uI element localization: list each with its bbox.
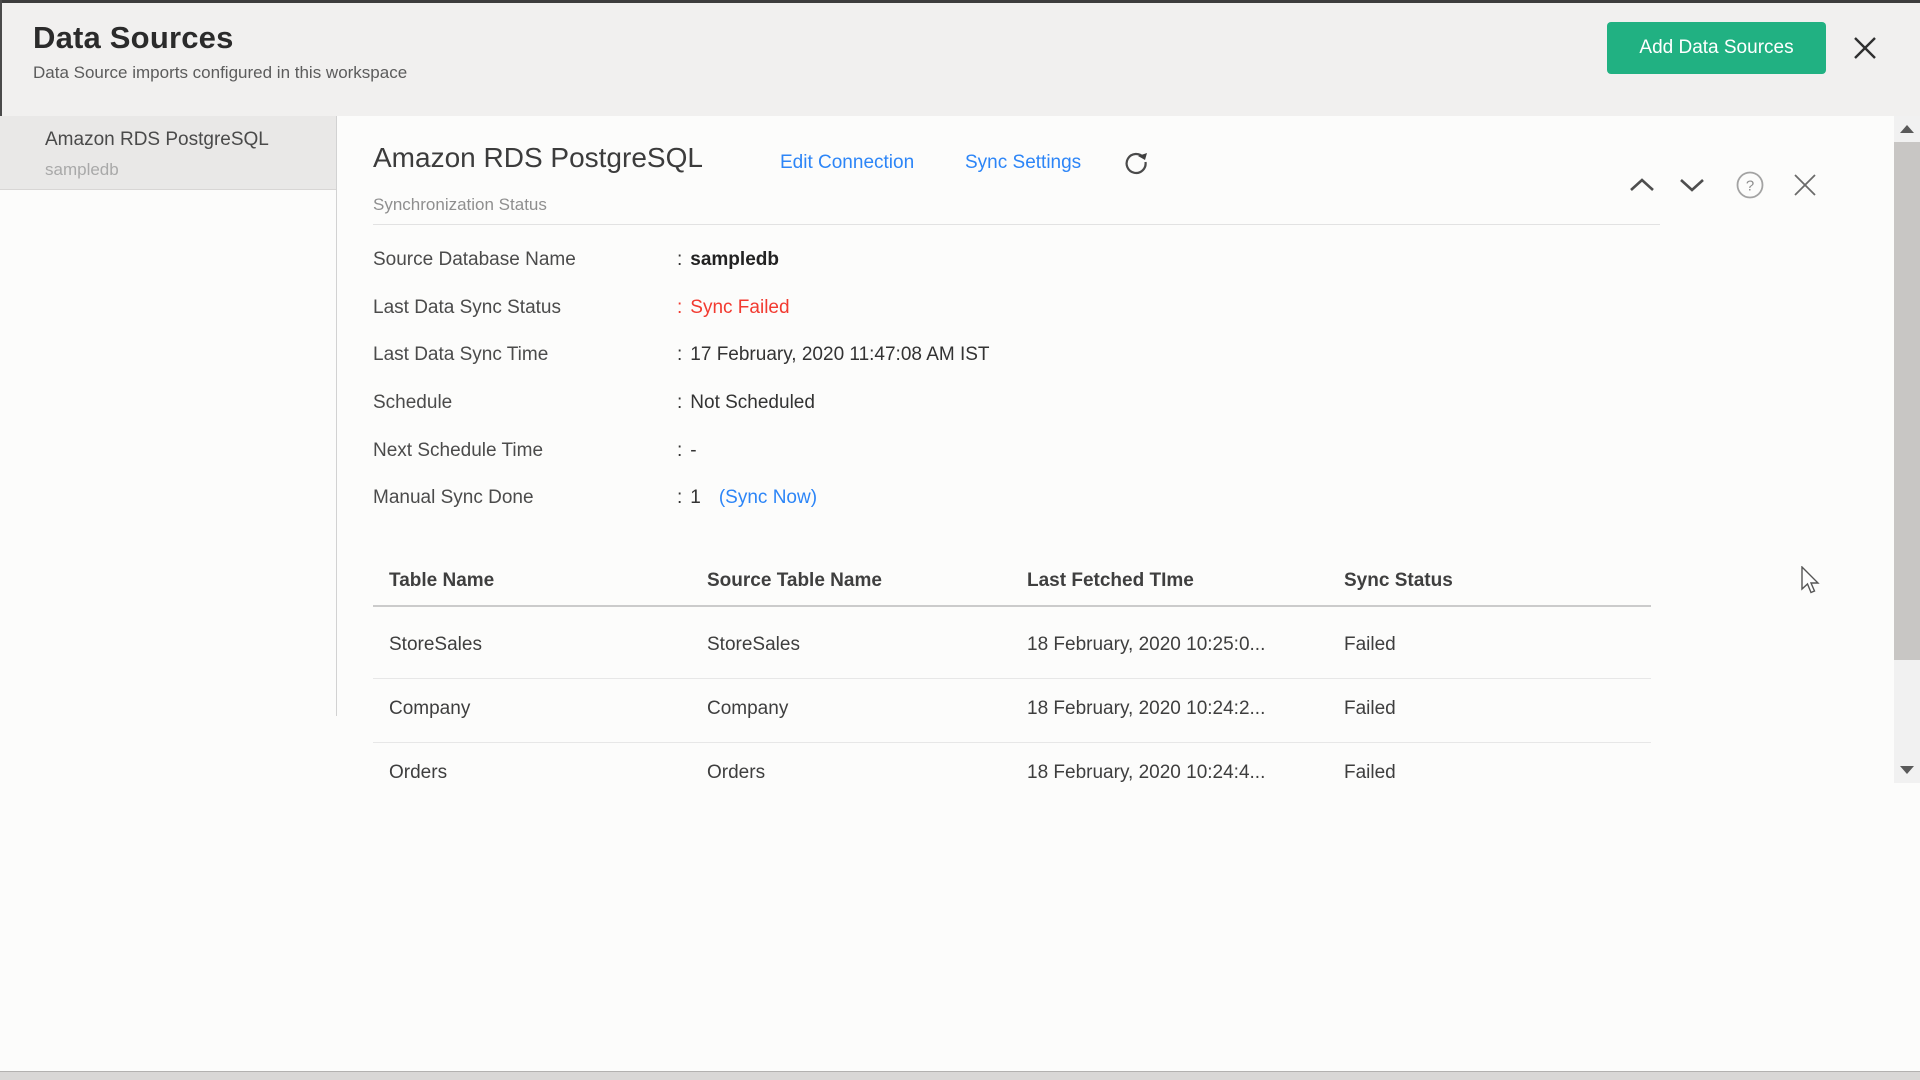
field-label: Manual Sync Done <box>373 487 534 509</box>
svg-text:?: ? <box>1746 178 1754 195</box>
triangle-up-icon <box>1900 125 1914 133</box>
close-icon[interactable] <box>1849 32 1881 64</box>
sync-status-value: Sync Failed <box>690 297 789 318</box>
scrollbar-down-button[interactable] <box>1894 757 1920 783</box>
table-row: StoreSales StoreSales 18 February, 2020 … <box>373 634 1651 664</box>
cell-source-table-name: Company <box>707 698 788 720</box>
field-next-schedule-time: Next Schedule Time :- <box>373 440 1473 470</box>
cell-source-table-name: Orders <box>707 762 765 784</box>
cell-source-table-name: StoreSales <box>707 634 800 656</box>
panel-header-divider <box>373 224 1660 225</box>
sidebar-item-title: Amazon RDS PostgreSQL <box>45 129 269 151</box>
row-divider <box>373 742 1651 743</box>
sync-settings-link[interactable]: Sync Settings <box>965 152 1081 174</box>
add-data-sources-button[interactable]: Add Data Sources <box>1607 22 1826 74</box>
field-value: 1 <box>690 487 701 508</box>
refresh-icon[interactable] <box>1120 146 1152 178</box>
dialog-header: Data Sources Data Source imports configu… <box>0 3 1920 116</box>
triangle-down-icon <box>1900 766 1914 774</box>
data-sources-dialog: Data Sources Data Source imports configu… <box>0 0 1920 1080</box>
connection-title: Amazon RDS PostgreSQL <box>373 142 703 174</box>
scrollbar-up-button[interactable] <box>1894 116 1920 142</box>
column-header-table-name: Table Name <box>389 570 494 592</box>
row-divider <box>373 678 1651 679</box>
column-header-last-fetched-time: Last Fetched TIme <box>1027 570 1194 592</box>
column-header-source-table-name: Source Table Name <box>707 570 882 592</box>
cell-table-name: Company <box>389 698 470 720</box>
section-label: Synchronization Status <box>373 195 547 215</box>
page-subtitle: Data Source imports configured in this w… <box>33 63 407 83</box>
scrollbar-track[interactable] <box>1894 116 1920 783</box>
field-label: Next Schedule Time <box>373 440 543 462</box>
table-row: Company Company 18 February, 2020 10:24:… <box>373 698 1651 728</box>
scrollbar-thumb[interactable] <box>1894 142 1920 660</box>
field-label: Last Data Sync Status <box>373 297 561 319</box>
cell-sync-status: Failed <box>1344 634 1396 656</box>
field-label: Last Data Sync Time <box>373 344 548 366</box>
window-top-border <box>0 0 1920 3</box>
cell-sync-status: Failed <box>1344 698 1396 720</box>
cell-last-fetched-time: 18 February, 2020 10:24:4... <box>1027 762 1265 784</box>
sidebar-divider <box>336 116 337 716</box>
column-header-sync-status: Sync Status <box>1344 570 1453 592</box>
sync-now-link[interactable]: (Sync Now) <box>719 487 817 508</box>
field-schedule: Schedule :Not Scheduled <box>373 392 1473 422</box>
chevron-up-icon[interactable] <box>1628 176 1656 199</box>
field-manual-sync-done: Manual Sync Done :1(Sync Now) <box>373 487 1473 517</box>
edit-connection-link[interactable]: Edit Connection <box>780 152 914 174</box>
table-header-row: Table Name Source Table Name Last Fetche… <box>373 570 1651 600</box>
panel-close-icon[interactable] <box>1790 170 1820 205</box>
cell-sync-status: Failed <box>1344 762 1396 784</box>
field-last-sync-time: Last Data Sync Time :17 February, 2020 1… <box>373 344 1473 374</box>
table-row: Orders Orders 18 February, 2020 10:24:4.… <box>373 762 1651 792</box>
cell-last-fetched-time: 18 February, 2020 10:24:2... <box>1027 698 1265 720</box>
cell-table-name: StoreSales <box>389 634 482 656</box>
field-label: Schedule <box>373 392 452 414</box>
sidebar-item-subtitle: sampledb <box>45 160 119 180</box>
cell-last-fetched-time: 18 February, 2020 10:25:0... <box>1027 634 1265 656</box>
field-label: Source Database Name <box>373 249 576 271</box>
help-icon[interactable]: ? <box>1735 170 1765 205</box>
window-bottom-border <box>0 1071 1920 1080</box>
sidebar-item-amazon-rds-postgresql[interactable]: Amazon RDS PostgreSQL sampledb <box>0 116 337 190</box>
chevron-down-icon[interactable] <box>1678 176 1706 199</box>
field-value: - <box>690 440 696 461</box>
page-title: Data Sources <box>33 20 234 56</box>
table-header-divider <box>373 605 1651 607</box>
mouse-cursor-icon <box>1796 566 1822 601</box>
field-last-sync-status: Last Data Sync Status :Sync Failed <box>373 297 1473 327</box>
field-value: 17 February, 2020 11:47:08 AM IST <box>690 344 989 365</box>
field-value: Not Scheduled <box>690 392 815 413</box>
field-value: sampledb <box>690 249 779 270</box>
field-source-database-name: Source Database Name :sampledb <box>373 249 1473 279</box>
cell-table-name: Orders <box>389 762 447 784</box>
